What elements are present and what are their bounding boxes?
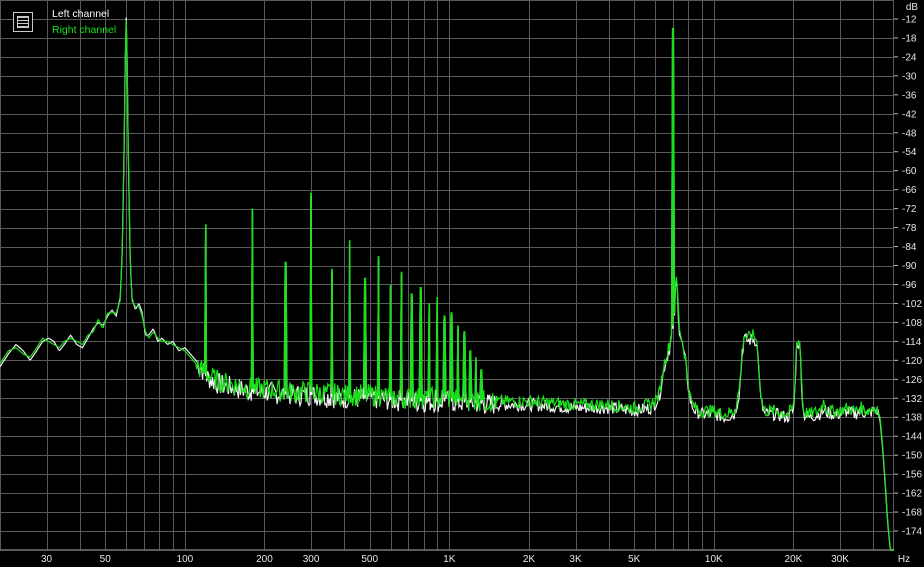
y-tick-label: -18	[902, 33, 917, 44]
x-tick-label: 20K	[785, 554, 803, 565]
y-tick-label: -30	[902, 71, 917, 82]
y-tick-label: -90	[902, 261, 917, 272]
y-axis-unit-label: dB	[906, 2, 919, 13]
y-tick-label: -138	[902, 413, 922, 424]
x-tick-label: 1K	[443, 554, 456, 565]
y-tick-label: -150	[902, 451, 922, 462]
y-tick-label: -36	[902, 90, 917, 101]
y-tick-label: -144	[902, 432, 922, 443]
y-tick-label: -78	[902, 223, 917, 234]
y-tick-label: -162	[902, 489, 922, 500]
y-tick-label: -114	[902, 337, 922, 348]
plot-background	[0, 0, 924, 567]
y-tick-label: -54	[902, 147, 917, 158]
x-axis-unit-label: Hz	[898, 554, 910, 565]
y-tick-label: -96	[902, 280, 917, 291]
y-tick-label: -24	[902, 52, 917, 63]
x-tick-label: 3K	[569, 554, 582, 565]
y-tick-label: -42	[902, 109, 917, 120]
x-tick-label: 300	[303, 554, 320, 565]
y-tick-label: -102	[902, 299, 922, 310]
legend: Left channel Right channel	[8, 6, 128, 40]
x-tick-label: 30K	[831, 554, 849, 565]
y-tick-label: -72	[902, 204, 917, 215]
y-tick-label: -84	[902, 242, 917, 253]
y-tick-label: -108	[902, 318, 922, 329]
legend-channel-toggle-icon[interactable]	[13, 12, 33, 32]
y-tick-label: -132	[902, 394, 922, 405]
y-tick-label: -120	[902, 356, 922, 367]
y-tick-label: -60	[902, 166, 917, 177]
x-tick-label: 50	[100, 554, 112, 565]
legend-left-channel-label: Left channel	[52, 8, 110, 20]
y-tick-label: -48	[902, 128, 917, 139]
spectrum-plot: dB-12 -18 -24 -30 -36 -42 -48 -54 -60 -66 -72 -78 -8…	[0, 0, 924, 567]
y-tick-label: -12	[902, 14, 917, 25]
x-tick-label: 5K	[628, 554, 641, 565]
x-tick-label: 100	[177, 554, 194, 565]
y-tick-label: -168	[902, 508, 922, 519]
y-tick-label: -126	[902, 375, 922, 386]
x-tick-label: 200	[256, 554, 273, 565]
x-tick-label: 10K	[705, 554, 723, 565]
x-tick-label: 2K	[523, 554, 536, 565]
y-tick-label: -66	[902, 185, 917, 196]
x-tick-label: 30	[41, 554, 53, 565]
y-tick-label: -156	[902, 470, 922, 481]
x-tick-label: 500	[361, 554, 378, 565]
y-tick-label: -174	[902, 527, 922, 538]
legend-right-channel-label: Right channel	[52, 24, 117, 36]
